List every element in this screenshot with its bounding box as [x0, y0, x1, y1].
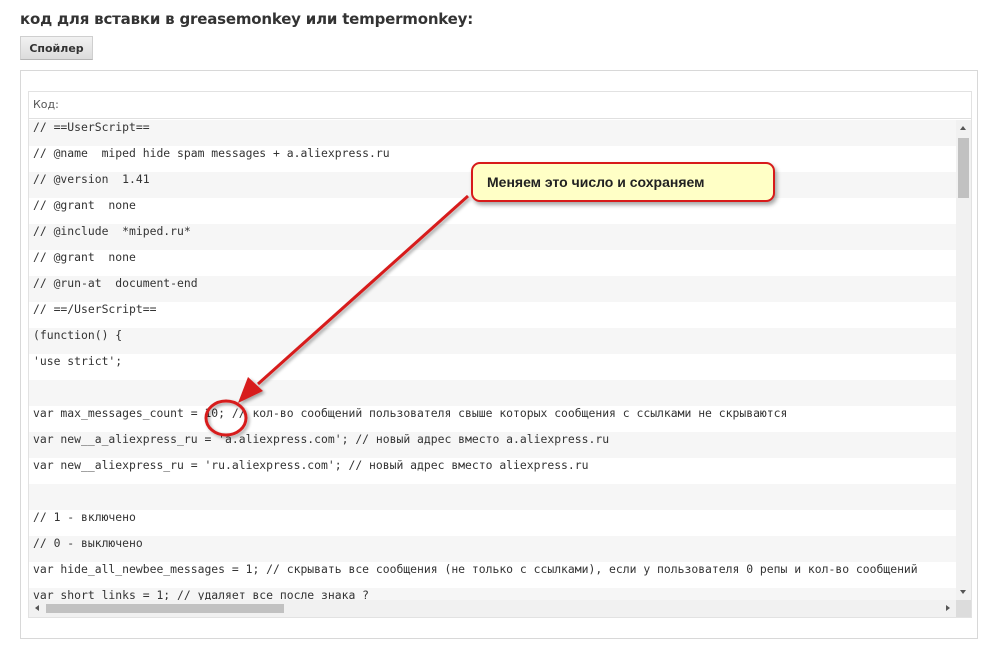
annotation-overlay	[204, 194, 470, 437]
annotation-arrow	[256, 194, 470, 386]
annotation-callout: Меняем это число и сохраняем	[471, 162, 775, 202]
highlight-circle	[204, 399, 248, 437]
